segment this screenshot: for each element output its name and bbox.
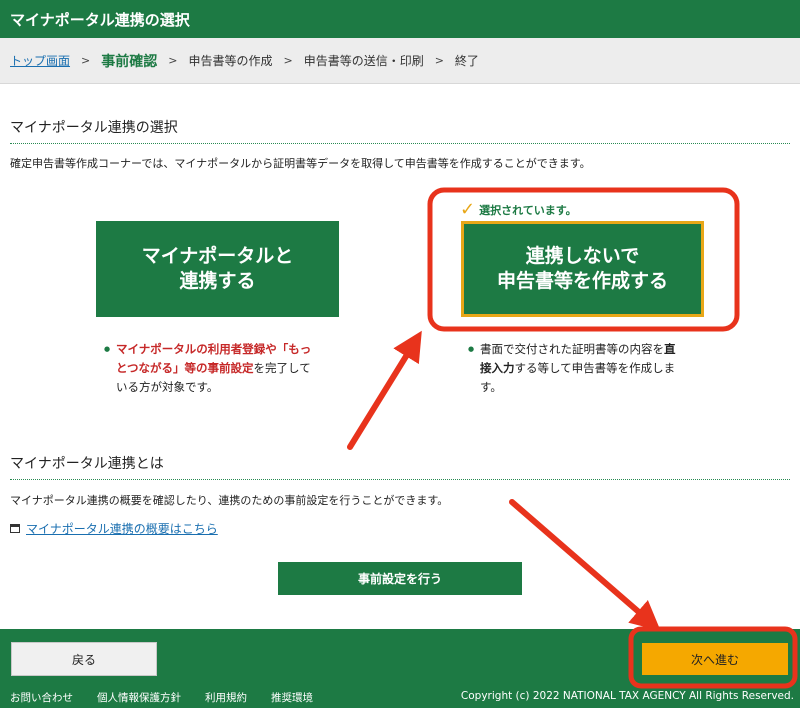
breadcrumb-step-create: 申告書等の作成 — [188, 54, 273, 68]
window-title: マイナポータル連携の選択 — [10, 11, 190, 29]
breadcrumb-separator: > — [81, 54, 91, 67]
section-heading-about: マイナポータル連携とは — [10, 453, 790, 480]
selected-indicator-label: 選択されています。 — [479, 204, 577, 217]
breadcrumb-step-send-print: 申告書等の送信・印刷 — [303, 54, 424, 68]
no-link-option-note: 書面で交付された証明書等の内容を直接入力する等して申告書等を作成します。 — [468, 340, 684, 397]
no-link-create-button-label: 連携しないで 申告書等を作成する — [496, 245, 668, 292]
section-heading-selection: マイナポータル連携の選択 — [10, 117, 790, 144]
back-button[interactable]: 戻る — [11, 642, 157, 676]
selected-indicator: ✓ 選択されています。 — [460, 201, 577, 219]
footer-link-terms[interactable]: 利用規約 — [205, 690, 247, 705]
footer-links: お問い合わせ 個人情報保護方針 利用規約 推奨環境 Copyright (c) … — [0, 690, 800, 708]
external-window-icon — [10, 524, 20, 533]
breadcrumb-top-link[interactable]: トップ画面 — [10, 52, 70, 69]
breadcrumb-separator: > — [283, 54, 293, 67]
breadcrumb-step-end: 終了 — [454, 54, 479, 68]
selection-description: 確定申告書等作成コーナーでは、マイナポータルから証明書等データを取得して申告書等… — [10, 157, 591, 170]
breadcrumb-separator: > — [434, 54, 444, 67]
about-description: マイナポータル連携の概要を確認したり、連携のための事前設定を行うことができます。 — [10, 494, 449, 507]
overview-link-row: マイナポータル連携の概要はこちら — [10, 520, 218, 537]
link-mynaportal-button[interactable]: マイナポータルと 連携する — [96, 221, 339, 317]
no-link-create-button[interactable]: 連携しないで 申告書等を作成する — [461, 221, 704, 317]
footer-link-privacy[interactable]: 個人情報保護方針 — [97, 690, 181, 705]
footer-link-environment[interactable]: 推奨環境 — [271, 690, 313, 705]
arrow-to-next — [509, 499, 661, 632]
presetting-button[interactable]: 事前設定を行う — [278, 562, 522, 595]
link-option-note: マイナポータルの利用者登録や「もっとつながる」等の事前設定を完了している方が対象… — [104, 340, 314, 397]
breadcrumb: トップ画面 > 事前確認 > 申告書等の作成 > 申告書等の送信・印刷 > 終了 — [0, 38, 800, 84]
overview-link[interactable]: マイナポータル連携の概要はこちら — [26, 520, 218, 537]
link-mynaportal-button-label: マイナポータルと 連携する — [141, 245, 294, 292]
next-button[interactable]: 次へ進む — [642, 643, 788, 675]
check-icon: ✓ — [460, 199, 476, 220]
breadcrumb-separator: > — [168, 54, 178, 67]
breadcrumb-current-step: 事前確認 — [101, 53, 158, 70]
no-link-option-note-pre: 書面で交付された証明書等の内容を — [480, 342, 664, 356]
copyright: Copyright (c) 2022 NATIONAL TAX AGENCY A… — [460, 690, 794, 702]
footer-link-contact[interactable]: お問い合わせ — [10, 690, 73, 705]
arrow-to-option — [347, 330, 422, 450]
window-title-bar: マイナポータル連携の選択 — [0, 0, 800, 38]
footer: 戻る 次へ進む お問い合わせ 個人情報保護方針 利用規約 推奨環境 Copyri… — [0, 629, 800, 708]
